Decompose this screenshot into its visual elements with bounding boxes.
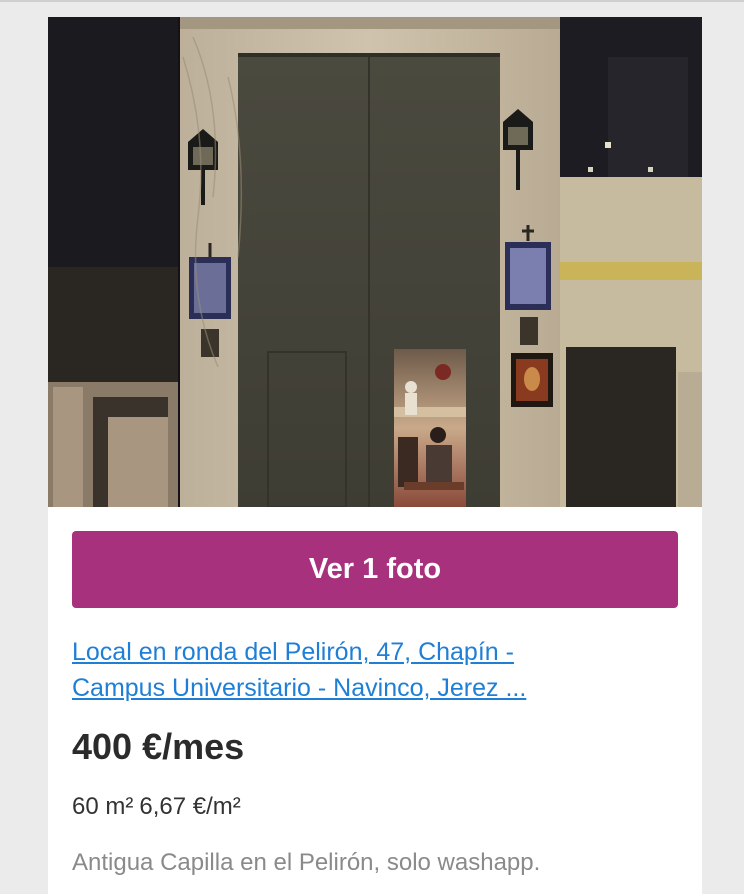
listing-title-line-1[interactable]: Local en ronda del Pelirón, 47, Chapín - [72, 634, 612, 670]
listing-description: Antigua Capilla en el Pelirón, solo wash… [72, 849, 541, 876]
listing-area: 60 m² [72, 793, 134, 820]
listing-title-line-2[interactable]: Campus Universitario - Navinco, Jerez ..… [72, 670, 612, 706]
listing-card: Ver 1 foto Local en ronda del Pelirón, 4… [48, 17, 702, 894]
listing-price: 400 €/mes [72, 726, 245, 767]
listing-price-per-m2: 6,67 €/m² [139, 793, 241, 820]
listing-details: 60 m² 6,67 €/m² [72, 791, 241, 823]
top-divider [0, 0, 744, 2]
listing-title-link[interactable]: Local en ronda del Pelirón, 47, Chapín -… [72, 634, 612, 706]
view-photos-button[interactable]: Ver 1 foto [72, 531, 678, 608]
listing-photo[interactable] [48, 17, 702, 507]
